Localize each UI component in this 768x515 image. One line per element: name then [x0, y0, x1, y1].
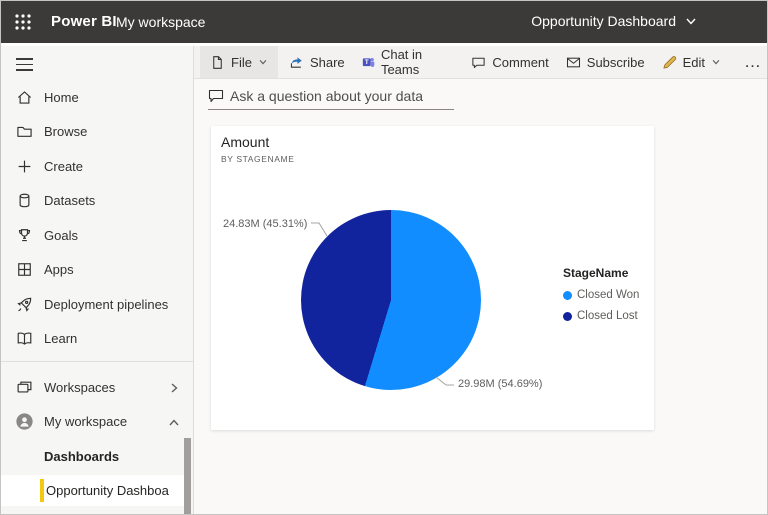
comment-label: Comment: [492, 54, 549, 70]
app-launcher-waffle-icon[interactable]: [14, 13, 32, 31]
rocket-icon: [15, 295, 33, 313]
apps-grid-icon: [15, 261, 33, 279]
trophy-icon: [15, 226, 33, 244]
sidebar-item-deployment-pipelines[interactable]: Deployment pipelines: [1, 287, 193, 322]
chevron-right-icon[interactable]: [168, 381, 180, 393]
subscribe-label: Subscribe: [586, 54, 645, 70]
qna-box: [208, 88, 454, 110]
sidebar-divider: [1, 361, 193, 362]
breadcrumb[interactable]: My workspace: [116, 14, 205, 30]
sidebar-item-label: Create: [44, 158, 84, 174]
selected-dashboard-label: Opportunity Dashboa: [46, 483, 169, 498]
my-workspace-avatar: [15, 413, 33, 431]
chevron-up-icon[interactable]: [168, 416, 180, 428]
sidebar-item-label: Browse: [44, 124, 88, 140]
folder-icon: [15, 123, 33, 141]
sidebar-item-home[interactable]: Home: [1, 80, 193, 115]
share-button[interactable]: Share: [289, 46, 345, 78]
envelope-icon: [566, 57, 580, 67]
dashboard-title-dropdown[interactable]: Opportunity Dashboard: [531, 13, 697, 29]
tile-title: Amount: [221, 134, 270, 150]
chevron-down-icon: [711, 55, 721, 70]
chevron-down-icon: [258, 55, 268, 70]
powerbi-window: Power BI My workspace Opportunity Dashbo…: [0, 0, 768, 515]
qna-input[interactable]: [230, 88, 454, 104]
sidebar-item-label: Learn: [44, 331, 78, 347]
file-menu-label: File: [231, 54, 252, 70]
dashboard-toolbar: File Share T Chat in Teams Comment Subsc…: [194, 46, 767, 79]
sidebar-item-learn[interactable]: Learn: [1, 322, 193, 357]
dashboard-canvas: Amount BY STAGENAME 24.83M (45.31%) 29.9…: [194, 79, 767, 514]
sidebar-item-workspaces[interactable]: Workspaces: [1, 370, 193, 405]
sidebar-item-label: Workspaces: [44, 379, 116, 395]
file-menu-button[interactable]: File: [200, 46, 278, 78]
comment-button[interactable]: Comment: [471, 46, 549, 78]
hamburger-menu-icon[interactable]: [16, 58, 33, 71]
chevron-down-icon: [686, 18, 696, 25]
selection-accent-bar: [40, 479, 44, 502]
data-label-closed-won: 29.98M (54.69%): [458, 378, 543, 390]
speech-bubble-icon: [208, 89, 224, 103]
legend-dot-lost: [563, 311, 572, 321]
sidebar-item-label: My workspace: [44, 414, 128, 430]
sidebar-workspace-section: Workspaces My workspace Dashboards: [1, 370, 193, 474]
sidebar-item-label: Deployment pipelines: [44, 296, 169, 312]
sidebar-item-goals[interactable]: Goals: [1, 218, 193, 253]
svg-text:T: T: [364, 59, 368, 66]
pie-chart[interactable]: [301, 210, 481, 390]
comment-icon: [472, 57, 486, 68]
more-options-button[interactable]: …: [738, 53, 767, 70]
page-title: Opportunity Dashboard: [531, 13, 676, 29]
plus-icon: [15, 157, 33, 175]
sidebar-dashboards-header[interactable]: Dashboards: [1, 439, 193, 474]
file-icon: [213, 55, 222, 69]
sidebar-item-opportunity-dashboard-selected[interactable]: Opportunity Dashboa: [1, 475, 186, 506]
pencil-icon: [663, 55, 676, 68]
edit-button[interactable]: Edit: [662, 46, 721, 78]
sidebar-item-my-workspace[interactable]: My workspace: [1, 405, 193, 440]
book-icon: [15, 330, 33, 348]
amount-by-stagename-tile: Amount BY STAGENAME 24.83M (45.31%) 29.9…: [211, 126, 654, 430]
sidebar-item-label: Goals: [44, 227, 78, 243]
chat-in-teams-label: Chat in Teams: [380, 47, 423, 77]
sidebar-scrollbar-thumb[interactable]: [184, 438, 191, 514]
legend-title: StageName: [563, 266, 629, 280]
sidebar-item-label: Home: [44, 89, 79, 105]
subscribe-button[interactable]: Subscribe: [566, 46, 645, 78]
chat-in-teams-button[interactable]: T Chat in Teams: [362, 46, 455, 78]
sidebar-item-label: Datasets: [44, 193, 96, 209]
edit-label: Edit: [682, 54, 705, 70]
workspaces-icon: [15, 378, 33, 396]
tile-subtitle: BY STAGENAME: [221, 154, 295, 164]
legend-dot-won: [563, 290, 572, 300]
home-icon: [15, 88, 33, 106]
chart-legend: StageName Closed Won Closed Lost: [563, 266, 639, 331]
teams-icon: T: [362, 57, 374, 67]
powerbi-logo[interactable]: Power BI: [51, 13, 117, 30]
dashboards-header-label: Dashboards: [44, 448, 120, 464]
data-label-closed-lost: 24.83M (45.31%): [223, 218, 308, 230]
top-app-bar: Power BI My workspace Opportunity Dashbo…: [1, 1, 767, 43]
sidebar-item-label: Apps: [44, 262, 74, 278]
legend-label: Closed Lost: [577, 310, 638, 322]
share-label: Share: [309, 54, 345, 70]
legend-item-closed-lost[interactable]: Closed Lost: [563, 310, 639, 322]
sidebar-item-apps[interactable]: Apps: [1, 253, 193, 288]
sidebar-item-datasets[interactable]: Datasets: [1, 184, 193, 219]
navigation-sidebar: Home Browse Create Datasets Goals Apps D…: [1, 46, 194, 514]
database-icon: [15, 192, 33, 210]
sidebar-item-create[interactable]: Create: [1, 149, 193, 184]
share-icon: [290, 56, 302, 68]
sidebar-item-browse[interactable]: Browse: [1, 115, 193, 150]
sidebar-nav-list: Home Browse Create Datasets Goals Apps D…: [1, 80, 193, 356]
legend-label: Closed Won: [577, 289, 640, 301]
legend-item-closed-won[interactable]: Closed Won: [563, 289, 639, 301]
